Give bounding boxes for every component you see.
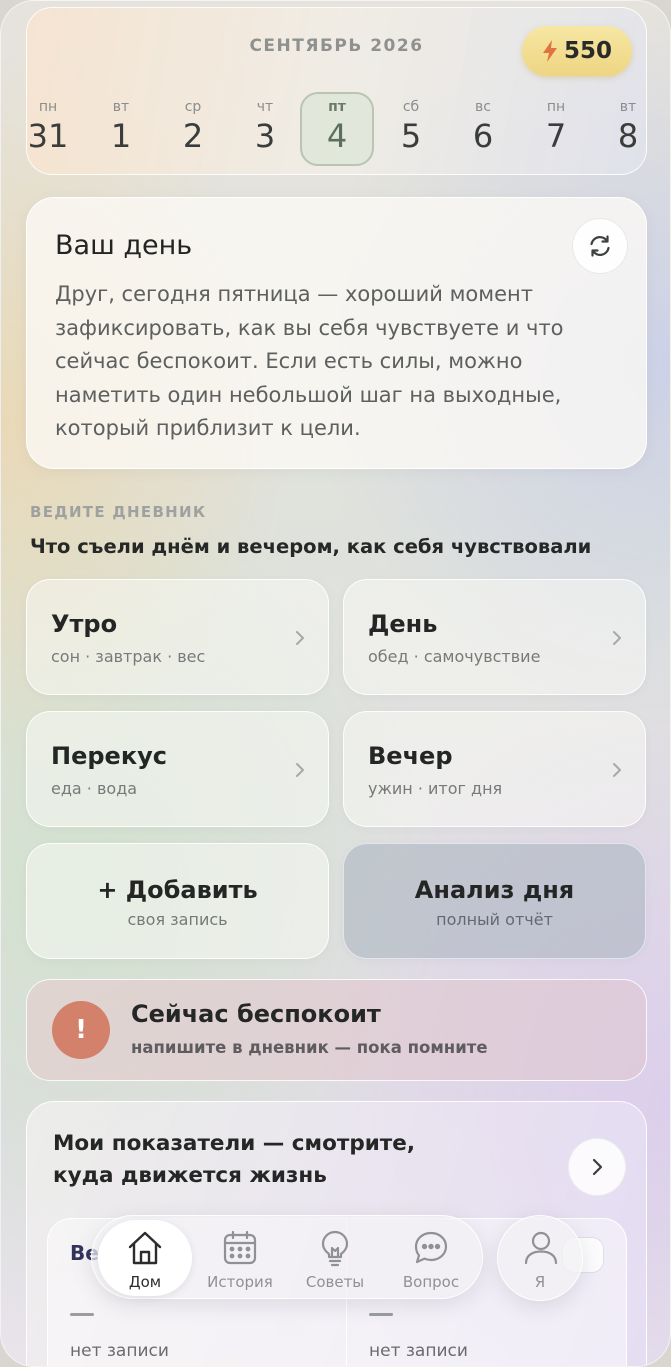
day-cell-selected[interactable]: пт 4 <box>300 92 374 166</box>
day-number: 4 <box>326 117 348 155</box>
nav-question[interactable]: Вопрос <box>384 1216 478 1300</box>
metric-empty-dash <box>369 1313 393 1316</box>
tile-subtitle: обед · самочувствие <box>368 647 541 666</box>
points-badge[interactable]: 550 <box>522 26 632 76</box>
tile-subtitle: еда · вода <box>51 779 138 798</box>
tile-title: Вечер <box>368 742 453 770</box>
day-analysis-subtitle: полный отчёт <box>436 910 553 929</box>
nav-profile[interactable]: Я <box>497 1215 583 1301</box>
day-analysis-button[interactable]: Анализ дня полный отчёт <box>343 843 646 959</box>
calendar-icon <box>223 1230 257 1265</box>
week-calendar: СЕНТЯБРЬ 2026 550 пн 31 вт 1 ср 2 чт 3 п… <box>26 7 647 175</box>
day-number: 3 <box>254 117 276 155</box>
nav-label: История <box>207 1273 273 1291</box>
refresh-button[interactable] <box>572 218 628 274</box>
day-weekday: чт <box>256 99 274 115</box>
nav-history[interactable]: История <box>194 1216 286 1300</box>
diary-tile-evening[interactable]: Вечер ужин · итог дня <box>343 711 646 827</box>
chevron-right-icon <box>592 1158 602 1176</box>
your-day-card: Ваш день Друг, сегодня пятница — хороший… <box>26 197 647 469</box>
day-weekday: вт <box>619 99 637 115</box>
nav-label: Я <box>534 1273 546 1291</box>
diary-tile-snack[interactable]: Перекус еда · вода <box>26 711 329 827</box>
day-cell[interactable]: вс 6 <box>446 92 520 166</box>
nav-label: Вопрос <box>402 1273 460 1291</box>
diary-tile-day[interactable]: День обед · самочувствие <box>343 579 646 695</box>
day-strip: пн 31 вт 1 ср 2 чт 3 пт 4 сб 5 вс 6 пн 7… <box>27 92 648 166</box>
day-weekday: ср <box>184 99 202 115</box>
metrics-open-button[interactable] <box>568 1138 626 1196</box>
your-day-title: Ваш день <box>55 230 193 261</box>
day-cell[interactable]: пн 31 <box>11 92 85 166</box>
app-screen: СЕНТЯБРЬ 2026 550 пн 31 вт 1 ср 2 чт 3 п… <box>0 0 671 1367</box>
lightning-icon <box>542 40 557 62</box>
alert-icon: ! <box>52 1001 110 1059</box>
day-cell[interactable]: вт 1 <box>84 92 158 166</box>
day-number: 8 <box>617 117 639 155</box>
tile-title: День <box>368 610 438 638</box>
bottom-nav: Дом История Советы Вопрос <box>91 1215 483 1299</box>
day-number: 7 <box>545 117 567 155</box>
worry-subtitle: напишите в дневник — пока помните <box>131 1038 488 1057</box>
day-number: 1 <box>110 117 132 155</box>
day-cell[interactable]: чт 3 <box>228 92 302 166</box>
day-number: 2 <box>182 117 204 155</box>
lightbulb-icon <box>321 1230 349 1267</box>
home-icon <box>128 1231 162 1265</box>
metric-empty-dash <box>70 1313 94 1316</box>
metric-value: нет записи <box>70 1341 169 1361</box>
diary-subtitle: Что съели днём и вечером, как себя чувст… <box>30 535 592 558</box>
day-weekday: вт <box>112 99 130 115</box>
tile-subtitle: сон · завтрак · вес <box>51 647 206 666</box>
day-cell[interactable]: пн 7 <box>519 92 593 166</box>
nav-label: Дом <box>128 1273 162 1291</box>
add-entry-subtitle: своя запись <box>127 910 228 929</box>
day-cell[interactable]: сб 5 <box>374 92 448 166</box>
chevron-right-icon <box>613 763 621 777</box>
add-entry-button[interactable]: + Добавить своя запись <box>26 843 329 959</box>
diary-caption: ВЕДИТЕ ДНЕВНИК <box>30 503 207 521</box>
chevron-right-icon <box>296 631 304 645</box>
metrics-title: Мои показатели — смотрите, куда движется… <box>53 1131 415 1188</box>
tile-title: Утро <box>51 610 118 638</box>
day-cell[interactable]: вт 8 <box>591 92 665 166</box>
add-entry-title: + Добавить <box>97 876 258 904</box>
points-value: 550 <box>563 38 612 64</box>
day-weekday: пн <box>546 99 566 115</box>
refresh-icon <box>590 235 610 257</box>
your-day-text: Друг, сегодня пятница — хороший момент з… <box>55 282 564 440</box>
day-weekday: пн <box>38 99 58 115</box>
chat-icon <box>414 1231 448 1264</box>
nav-tips[interactable]: Советы <box>288 1216 382 1300</box>
worry-banner[interactable]: ! Сейчас беспокоит напишите в дневник — … <box>26 979 647 1081</box>
worry-title: Сейчас беспокоит <box>131 1000 381 1028</box>
day-weekday: сб <box>402 99 420 115</box>
diary-tile-morning[interactable]: Утро сон · завтрак · вес <box>26 579 329 695</box>
nav-home[interactable]: Дом <box>98 1220 192 1296</box>
metric-value: нет записи <box>369 1341 468 1361</box>
chevron-right-icon <box>296 763 304 777</box>
user-icon <box>524 1231 558 1265</box>
tile-title: Перекус <box>51 742 167 770</box>
day-weekday: вс <box>475 99 491 115</box>
day-weekday: пт <box>328 99 346 115</box>
day-analysis-title: Анализ дня <box>414 876 575 904</box>
chevron-right-icon <box>613 631 621 645</box>
day-number: 5 <box>400 117 422 155</box>
day-number: 31 <box>27 117 69 155</box>
day-cell[interactable]: ср 2 <box>156 92 230 166</box>
day-number: 6 <box>472 117 494 155</box>
nav-label: Советы <box>305 1273 365 1291</box>
tile-subtitle: ужин · итог дня <box>368 779 503 798</box>
